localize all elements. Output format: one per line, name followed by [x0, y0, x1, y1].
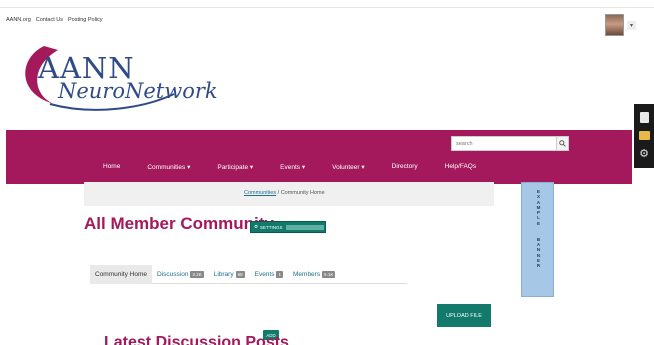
utility-links: AANN.org Contact Us Posting Policy — [6, 17, 103, 23]
side-toolbar: ⚙ — [634, 104, 654, 168]
breadcrumb-separator: / — [277, 190, 280, 196]
nav-participate[interactable]: Participate ▾ — [217, 163, 253, 171]
search-button[interactable] — [556, 137, 568, 150]
search-icon — [559, 140, 566, 147]
top-divider — [0, 7, 654, 8]
tab-library[interactable]: Library 68 — [209, 265, 250, 284]
tab-discussion[interactable]: Discussion 2.2K — [152, 265, 209, 284]
settings-label: SETTINGS — [260, 224, 283, 230]
document-icon[interactable] — [639, 111, 650, 123]
breadcrumb-communities[interactable]: Communities — [244, 190, 276, 196]
folder-icon[interactable] — [638, 130, 650, 141]
user-menu[interactable]: ▾ — [605, 14, 636, 36]
banner-text: EXAMPLE BANNER — [536, 189, 541, 269]
logo-text-neuronetwork: NeuroNetwork — [58, 79, 218, 103]
upload-file-button[interactable]: UPLOAD FILE — [437, 304, 491, 327]
link-posting-policy[interactable]: Posting Policy — [68, 17, 103, 23]
community-tabs: Community Home Discussion 2.2K Library 68 … — [90, 264, 407, 284]
tab-events[interactable]: Events 1 — [250, 265, 288, 284]
chevron-down-icon: ▾ — [361, 164, 365, 171]
breadcrumb-current: Community Home — [280, 190, 325, 196]
nav-events[interactable]: Events ▾ — [280, 163, 305, 171]
tab-members[interactable]: Members 5.1K — [288, 265, 340, 284]
count-badge: 68 — [235, 270, 245, 278]
breadcrumb: Communities / Community Home — [244, 190, 325, 196]
latest-discussion-title: Latest Discussion Posts — [104, 334, 289, 345]
settings-sublabel — [285, 224, 324, 230]
chevron-down-icon: ▾ — [301, 164, 306, 171]
tab-community-home[interactable]: Community Home — [90, 264, 153, 284]
link-aann-org[interactable]: AANN.org — [6, 17, 31, 23]
gear-icon[interactable]: ⚙ — [639, 149, 650, 160]
search-input[interactable] — [452, 137, 556, 150]
chevron-down-icon[interactable]: ▾ — [627, 20, 636, 30]
nav-communities[interactable]: Communities ▾ — [147, 163, 190, 171]
link-contact-us[interactable]: Contact Us — [36, 17, 63, 23]
gear-icon: ⚙ — [254, 224, 259, 229]
count-badge: 5.1K — [322, 270, 336, 278]
page-title: All Member Community — [84, 214, 274, 233]
nav-home[interactable]: Home — [103, 163, 120, 171]
example-banner[interactable]: EXAMPLE BANNER — [521, 182, 554, 297]
nav-volunteer[interactable]: Volunteer ▾ — [332, 163, 365, 171]
chevron-down-icon: ▾ — [187, 164, 191, 171]
count-badge: 1 — [276, 270, 283, 278]
nav-help-faqs[interactable]: Help/FAQs — [445, 163, 476, 171]
nav-menu: Home Communities ▾ Participate ▾ Events … — [103, 163, 503, 171]
chevron-down-icon: ▾ — [249, 164, 254, 171]
search-box — [451, 136, 569, 151]
settings-button[interactable]: ⚙ SETTINGS — [250, 221, 326, 233]
user-avatar[interactable] — [605, 14, 624, 36]
nav-directory[interactable]: Directory — [392, 163, 418, 171]
count-badge: 2.2K — [190, 270, 204, 278]
site-logo[interactable]: AANN NeuroNetwork — [14, 38, 218, 118]
